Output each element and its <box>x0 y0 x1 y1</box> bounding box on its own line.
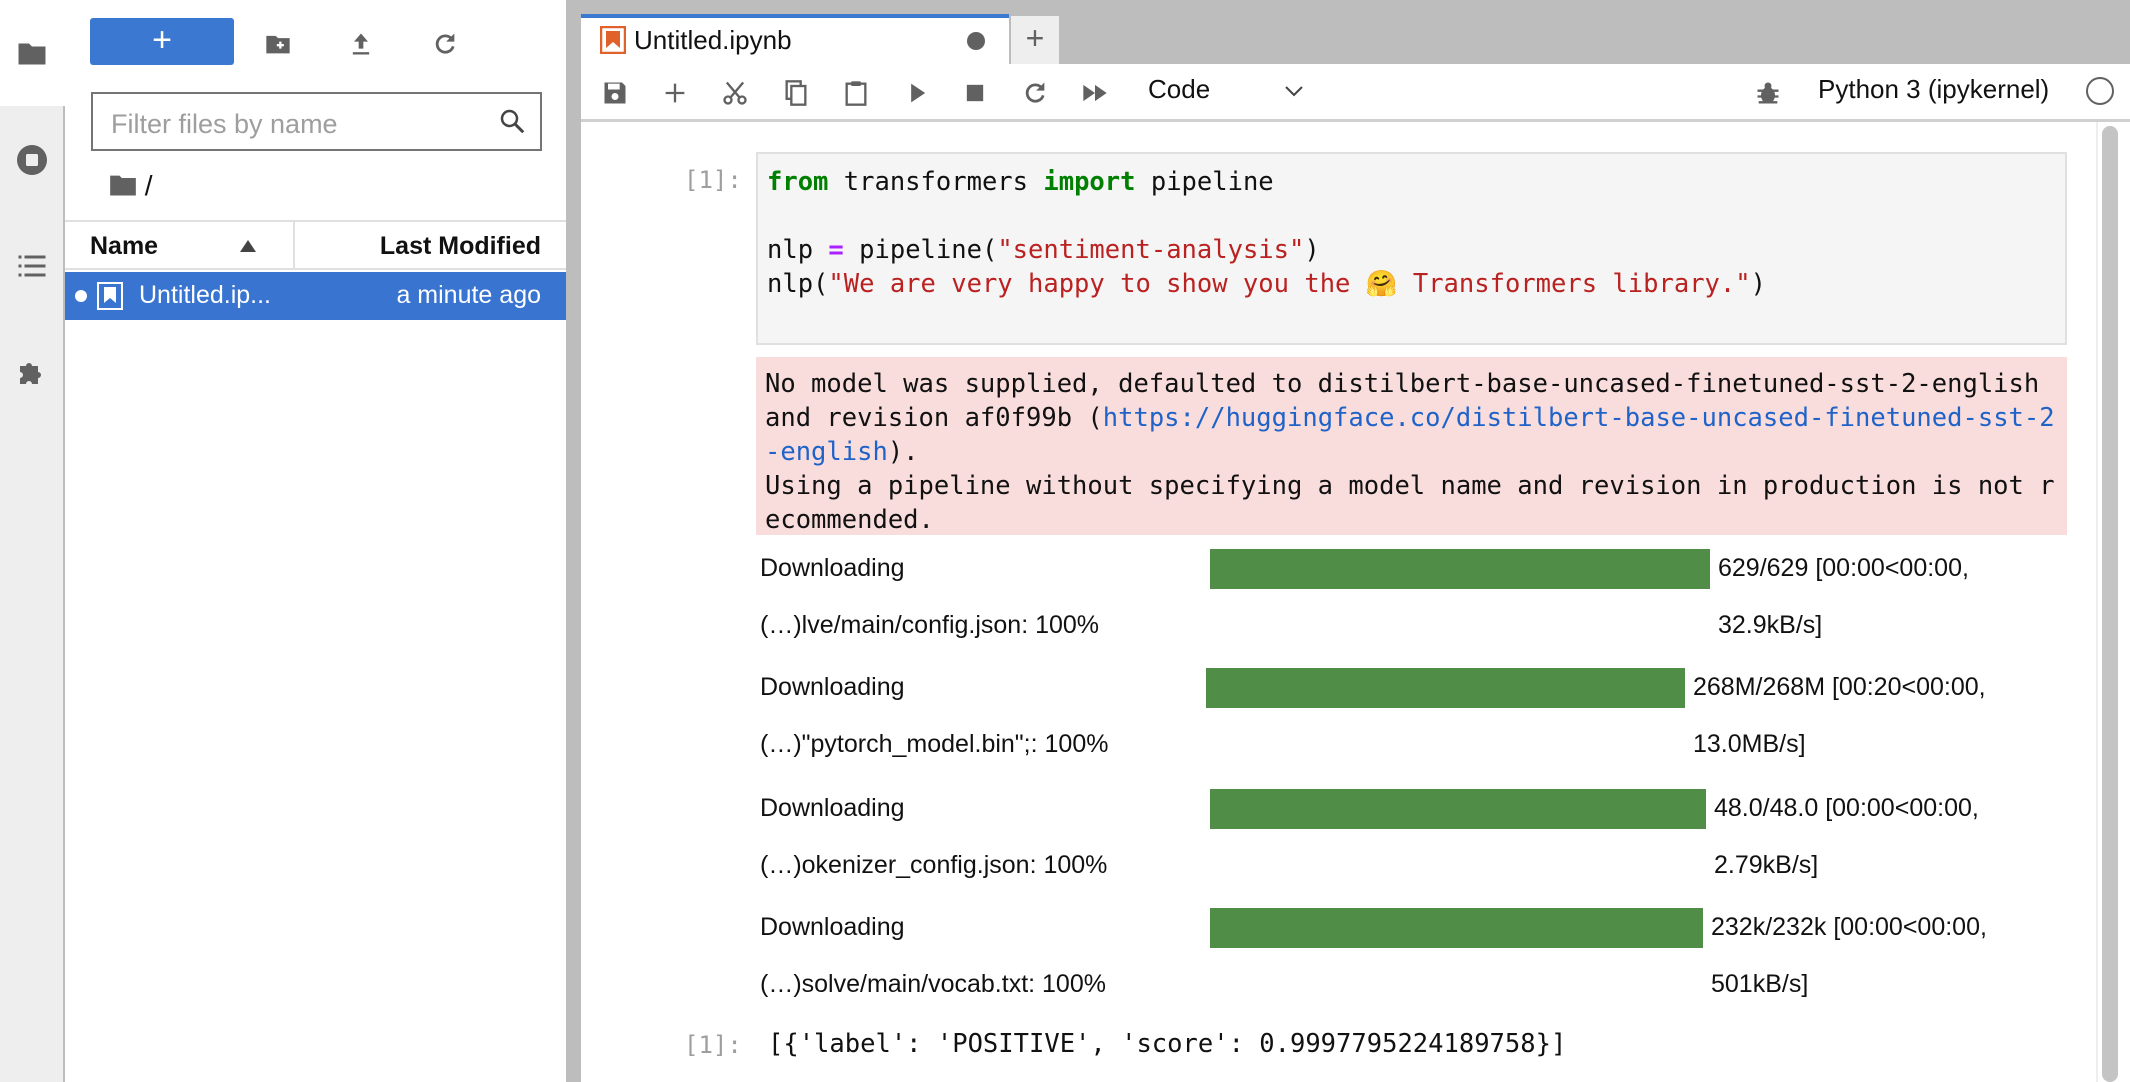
folder-icon <box>110 175 136 196</box>
progress-bar <box>1210 549 1710 589</box>
progress-bar <box>1206 668 1685 708</box>
sort-ascending-icon <box>240 240 256 252</box>
activity-bar <box>0 0 65 1082</box>
code-line: from transformers import pipeline <box>767 165 1274 199</box>
download-stats: 48.0/48.0 [00:00<00:00, <box>1714 794 1979 822</box>
download-label: Downloading <box>760 913 905 941</box>
download-file: (…)solve/main/vocab.txt: 100% <box>760 970 1106 998</box>
file-list-header: Name Last Modified <box>65 220 566 270</box>
download-rate: 501kB/s] <box>1711 970 1809 998</box>
copy-icon[interactable] <box>782 79 810 107</box>
execute-result: [{'label': 'POSITIVE', 'score': 0.999779… <box>768 1029 1567 1059</box>
stop-circle-icon[interactable] <box>14 142 50 178</box>
progress-fill <box>1210 549 1710 589</box>
code-text: pipeline <box>1135 167 1274 197</box>
progress-fill <box>1206 668 1685 708</box>
run-icon[interactable] <box>903 79 931 107</box>
code-text: nlp <box>767 235 829 265</box>
file-name: Untitled.ip... <box>139 281 272 309</box>
save-icon[interactable] <box>601 79 629 107</box>
upload-icon[interactable] <box>347 30 375 58</box>
notebook-icon <box>97 282 123 310</box>
code-text: ) <box>1750 269 1766 299</box>
download-rate: 2.79kB/s] <box>1714 851 1819 879</box>
stderr-text: ). Using a pipeline without specifying a… <box>765 437 2055 535</box>
download-file: (…)"pytorch_model.bin";: 100% <box>760 730 1109 758</box>
notebook-icon <box>600 26 626 54</box>
column-last-modified[interactable]: Last Modified <box>380 232 541 261</box>
search-icon <box>500 109 525 134</box>
file-browser: + Filter files by name / Name Last Modif… <box>65 0 566 1082</box>
notebook-toolbar: Code Python 3 (ipykernel) <box>581 64 2130 122</box>
keyword: from <box>767 167 829 197</box>
tab-title: Untitled.ipynb <box>634 25 792 55</box>
puzzle-icon[interactable] <box>14 354 50 390</box>
column-divider[interactable] <box>293 222 295 270</box>
keyword: import <box>1043 167 1136 197</box>
code-text: pipeline( <box>843 235 998 265</box>
code-text: transformers <box>828 167 1044 197</box>
folder-icon[interactable] <box>14 36 50 72</box>
panel-resize-handle[interactable] <box>566 0 581 1082</box>
code-text: nlp( <box>767 269 829 299</box>
progress-fill <box>1210 908 1703 948</box>
progress-bar <box>1210 789 1706 829</box>
new-launcher-button[interactable]: + <box>90 18 234 65</box>
refresh-icon[interactable] <box>431 30 459 58</box>
input-prompt: [1]: <box>684 166 742 194</box>
progress-bar <box>1210 908 1703 948</box>
download-label: Downloading <box>760 554 905 582</box>
kernel-idle-status-icon <box>2086 77 2114 105</box>
string: "We are very happy to show you the 🤗 Tra… <box>828 269 1751 299</box>
chevron-down-icon <box>1285 86 1303 97</box>
download-file: (…)okenizer_config.json: 100% <box>760 851 1108 879</box>
new-tab-button[interactable]: + <box>1011 16 1059 64</box>
download-stats: 232k/232k [00:00<00:00, <box>1711 913 1987 941</box>
download-label: Downloading <box>760 673 905 701</box>
debugger-bug-icon[interactable] <box>1754 79 1782 107</box>
file-item[interactable]: Untitled.ip... a minute ago <box>65 272 566 320</box>
output-prompt: [1]: <box>684 1031 742 1059</box>
code-cell-editor[interactable]: from transformers import pipeline nlp = … <box>756 152 2067 345</box>
tab-untitled-ipynb[interactable]: Untitled.ipynb <box>581 14 1009 64</box>
scrollbar[interactable] <box>2102 126 2118 1082</box>
column-name[interactable]: Name <box>90 232 158 261</box>
list-icon[interactable] <box>14 248 50 284</box>
download-stats: 268M/268M [00:20<00:00, <box>1693 673 1986 701</box>
code-line: nlp = pipeline("sentiment-analysis") <box>767 233 1320 267</box>
add-cell-icon[interactable] <box>661 79 689 107</box>
cell-type-select[interactable]: Code <box>1148 74 1318 112</box>
breadcrumb-root[interactable]: / <box>145 170 153 201</box>
unsaved-dot-icon[interactable] <box>967 32 985 50</box>
cut-icon[interactable] <box>721 79 749 107</box>
operator: = <box>828 235 844 265</box>
download-file: (…)lve/main/config.json: 100% <box>760 611 1100 639</box>
scrollbar-track <box>2096 122 2098 1082</box>
string: "sentiment-analysis" <box>997 235 1305 265</box>
progress-fill <box>1210 789 1706 829</box>
stderr-output: No model was supplied, defaulted to dist… <box>756 357 2067 535</box>
stop-icon[interactable] <box>961 79 989 107</box>
download-label: Downloading <box>760 794 905 822</box>
download-rate: 13.0MB/s] <box>1693 730 1806 758</box>
cell-type-value: Code <box>1148 74 1211 104</box>
paste-icon[interactable] <box>842 79 870 107</box>
file-modified: a minute ago <box>396 281 541 309</box>
new-folder-icon[interactable] <box>264 30 292 58</box>
code-text: ) <box>1304 235 1320 265</box>
fast-forward-icon[interactable] <box>1081 79 1109 107</box>
kernel-name[interactable]: Python 3 (ipykernel) <box>1818 74 2049 105</box>
breadcrumb[interactable]: / <box>109 170 153 202</box>
restart-icon[interactable] <box>1021 79 1049 107</box>
download-stats: 629/629 [00:00<00:00, <box>1718 554 1969 582</box>
code-line: nlp("We are very happy to show you the 🤗… <box>767 267 1766 301</box>
running-indicator <box>75 290 87 302</box>
filter-files-input[interactable]: Filter files by name <box>91 92 542 151</box>
download-rate: 32.9kB/s] <box>1718 611 1823 639</box>
